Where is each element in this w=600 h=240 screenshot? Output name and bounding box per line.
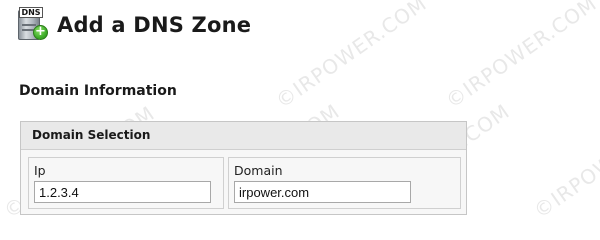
dns-tag: DNS	[19, 7, 43, 18]
domain-label: Domain	[234, 163, 283, 178]
ip-input[interactable]	[34, 181, 211, 203]
dns-add-icon: DNS +	[17, 7, 49, 41]
page: ©IRPOWER.COM ©IRPOWER.COM ©IRPOWER.COM ©…	[0, 0, 600, 230]
domain-input[interactable]	[234, 181, 411, 203]
domain-field-group: Domain	[228, 157, 461, 209]
panel-title: Domain Selection	[21, 122, 466, 150]
page-title: Add a DNS Zone	[57, 13, 252, 37]
section-heading: Domain Information	[19, 83, 177, 99]
domain-selection-panel: Domain Selection Ip Domain	[20, 121, 467, 215]
watermark: ©IRPOWER.COM	[271, 0, 432, 114]
watermark: ©IRPOWER.COM	[529, 100, 600, 224]
panel-body: Ip Domain	[21, 150, 466, 214]
watermark: ©IRPOWER.COM	[441, 0, 600, 114]
page-header: DNS + Add a DNS Zone	[17, 6, 251, 42]
ip-label: Ip	[34, 163, 46, 178]
ip-field-group: Ip	[28, 157, 224, 209]
plus-icon: +	[33, 25, 48, 40]
